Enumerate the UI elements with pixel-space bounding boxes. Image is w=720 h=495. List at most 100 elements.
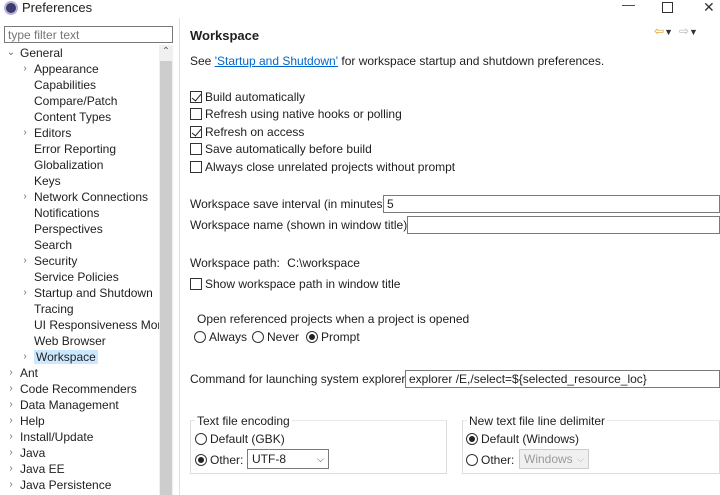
preference-tree: ⌄ General › Appearance Capabilities Compa… xyxy=(0,45,159,495)
radio-delimiter-default[interactable]: Default (Windows) xyxy=(466,431,579,447)
radio-prompt[interactable]: Prompt xyxy=(306,329,360,345)
chevron-right-icon[interactable]: › xyxy=(20,349,30,365)
workspace-page: Workspace ⇦▼ ⇨▼ See 'Startup and Shutdown… xyxy=(180,18,720,495)
checkbox-checked[interactable] xyxy=(190,126,202,138)
chevron-right-icon[interactable]: › xyxy=(20,125,30,141)
checkbox-checked[interactable] xyxy=(190,91,202,103)
chevron-down-icon[interactable]: ▼ xyxy=(664,27,673,37)
startup-shutdown-link[interactable]: 'Startup and Shutdown' xyxy=(215,54,338,68)
minimize-button[interactable]: — xyxy=(622,0,635,12)
tree-item[interactable]: Notifications xyxy=(20,205,99,221)
radio-unselected[interactable] xyxy=(252,331,264,343)
open-referenced-projects-group: Open referenced projects when a project … xyxy=(190,312,720,348)
tree-item[interactable]: › Java Persistence xyxy=(6,477,111,493)
chevron-right-icon[interactable]: › xyxy=(6,429,16,445)
radio-unselected[interactable] xyxy=(466,454,478,466)
arrow-left-icon[interactable]: ⇦ xyxy=(654,24,664,38)
chevron-right-icon[interactable]: › xyxy=(6,365,16,381)
checkbox-unchecked[interactable] xyxy=(190,108,202,120)
close-button[interactable]: ✕ xyxy=(703,0,715,16)
radio-always[interactable]: Always xyxy=(194,329,247,345)
radio-never[interactable]: Never xyxy=(252,329,299,345)
tree-item[interactable]: Capabilities xyxy=(20,77,96,93)
chevron-right-icon[interactable]: › xyxy=(6,477,16,493)
chevron-right-icon[interactable]: › xyxy=(20,253,30,269)
show-path-in-title-checkbox[interactable]: Show workspace path in window title xyxy=(190,276,400,292)
save-before-build-checkbox[interactable]: Save automatically before build xyxy=(190,141,372,157)
chevron-right-icon[interactable]: › xyxy=(20,285,30,301)
tree-item[interactable]: Globalization xyxy=(20,157,103,173)
chevron-right-icon[interactable]: › xyxy=(20,189,30,205)
see-description: See 'Startup and Shutdown' for workspace… xyxy=(190,54,605,68)
save-interval-input[interactable]: 5 xyxy=(383,195,720,213)
radio-unselected[interactable] xyxy=(194,331,206,343)
workspace-name-input[interactable] xyxy=(407,216,720,234)
radio-delimiter-other[interactable]: Other: xyxy=(466,452,514,468)
tree-item[interactable]: UI Responsiveness Monitoring xyxy=(20,317,159,333)
checkbox-unchecked[interactable] xyxy=(190,161,202,173)
chevron-right-icon[interactable]: › xyxy=(6,461,16,477)
tree-item[interactable]: Content Types xyxy=(20,109,111,125)
chevron-right-icon[interactable]: › xyxy=(20,61,30,77)
radio-encoding-other[interactable]: Other: xyxy=(195,452,243,468)
tree-item[interactable]: › Java EE xyxy=(6,461,64,477)
tree-item[interactable]: Search xyxy=(20,237,72,253)
tree-item[interactable]: › Editors xyxy=(20,125,71,141)
tree-item[interactable]: Error Reporting xyxy=(20,141,116,157)
page-navigation: ⇦▼ ⇨▼ xyxy=(654,24,698,38)
refresh-on-access-checkbox[interactable]: Refresh on access xyxy=(190,124,304,140)
workspace-name-label: Workspace name (shown in window title): xyxy=(190,218,411,232)
maximize-button[interactable] xyxy=(662,2,673,13)
tree-item[interactable]: › Startup and Shutdown xyxy=(20,285,152,301)
tree-item[interactable]: Service Policies xyxy=(20,269,119,285)
explorer-command-label: Command for launching system explorer: xyxy=(190,372,409,386)
scroll-up-icon[interactable]: ⌃ xyxy=(159,45,173,59)
radio-selected[interactable] xyxy=(195,454,207,466)
chevron-right-icon[interactable]: › xyxy=(6,397,16,413)
tree-scrollbar[interactable]: ⌃ xyxy=(159,45,173,495)
close-unrelated-projects-checkbox[interactable]: Always close unrelated projects without … xyxy=(190,159,455,175)
tree-item[interactable]: Tracing xyxy=(20,301,74,317)
checkbox-unchecked[interactable] xyxy=(190,143,202,155)
chevron-down-icon[interactable]: ⌄ xyxy=(6,45,16,61)
tree-item[interactable]: › Help xyxy=(6,413,44,429)
tree-item-workspace-selected[interactable]: › Workspace xyxy=(20,349,98,365)
explorer-command-input[interactable]: explorer /E,/select=${selected_resource_… xyxy=(405,370,720,388)
tree-item[interactable]: Web Browser xyxy=(20,333,106,349)
line-delimiter-group: New text file line delimiter Default (Wi… xyxy=(462,414,720,474)
chevron-down-icon[interactable]: ▼ xyxy=(689,27,698,37)
window-title: Preferences xyxy=(22,0,93,15)
radio-selected[interactable] xyxy=(306,331,318,343)
tree-item[interactable]: › Network Connections xyxy=(20,189,148,205)
arrow-right-icon[interactable]: ⇨ xyxy=(679,24,689,38)
tree-item[interactable]: › Data Management xyxy=(6,397,118,413)
chevron-down-icon[interactable]: ⌵ xyxy=(577,450,584,468)
chevron-down-icon[interactable]: ⌵ xyxy=(317,450,324,468)
refresh-native-hooks-checkbox[interactable]: Refresh using native hooks or polling xyxy=(190,106,402,122)
radio-unselected[interactable] xyxy=(195,433,207,445)
scroll-thumb[interactable] xyxy=(160,61,172,495)
radio-encoding-default[interactable]: Default (GBK) xyxy=(195,431,285,447)
chevron-right-icon[interactable]: › xyxy=(6,413,16,429)
radio-selected[interactable] xyxy=(466,433,478,445)
delimiter-select[interactable]: Windows ⌵ xyxy=(519,449,589,469)
page-title: Workspace xyxy=(190,28,260,43)
tree-item[interactable]: Perspectives xyxy=(20,221,103,237)
tree-item[interactable]: Compare/Patch xyxy=(20,93,117,109)
tree-item[interactable]: › Appearance xyxy=(20,61,98,77)
tree-item[interactable]: › Java xyxy=(6,445,45,461)
tree-item[interactable]: Keys xyxy=(20,173,61,189)
tree-item[interactable]: › Security xyxy=(20,253,77,269)
checkbox-unchecked[interactable] xyxy=(190,278,202,290)
encoding-select[interactable]: UTF-8 ⌵ xyxy=(247,449,329,469)
text-file-encoding-group: Text file encoding Default (GBK) Other: … xyxy=(190,414,447,474)
tree-item[interactable]: › Ant xyxy=(6,365,38,381)
tree-item[interactable]: › Code Recommenders xyxy=(6,381,136,397)
chevron-right-icon[interactable]: › xyxy=(6,381,16,397)
save-interval-label: Workspace save interval (in minutes): xyxy=(190,197,390,211)
build-automatically-checkbox[interactable]: Build automatically xyxy=(190,89,305,105)
chevron-right-icon[interactable]: › xyxy=(6,445,16,461)
filter-input[interactable] xyxy=(4,26,173,43)
tree-item[interactable]: › Install/Update xyxy=(6,429,93,445)
tree-item-general[interactable]: ⌄ General xyxy=(6,45,63,61)
